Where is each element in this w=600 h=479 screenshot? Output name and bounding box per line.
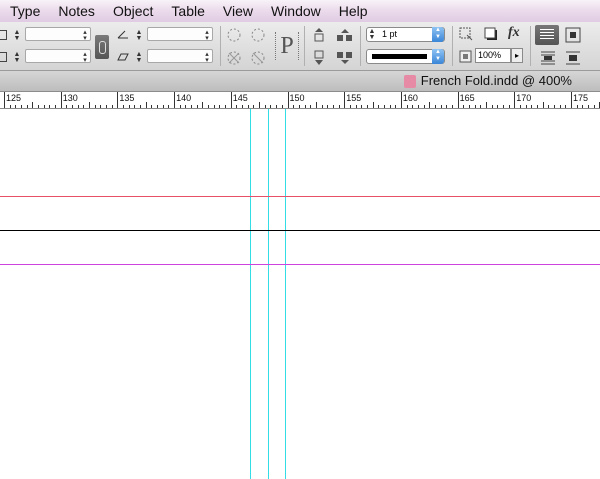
- constrain-proportions-icon[interactable]: [95, 35, 109, 59]
- text-wrap-shape-icon[interactable]: [540, 50, 556, 66]
- document-canvas[interactable]: [0, 109, 600, 479]
- menu-window[interactable]: Window: [271, 0, 321, 22]
- control-panel: ▲ ▼ ▴ ▾ ▲ ▼ ▴ ▾ ▲ ▼ ▴ ▾ ▲ ▼ ▴ ▾ P ▲ ▼ 1 pt ▲ ▼ ▲ ▼: [0, 22, 600, 71]
- menu-table[interactable]: Table: [171, 0, 204, 22]
- text-wrap-jump-icon[interactable]: [565, 50, 581, 66]
- menu-notes[interactable]: Notes: [58, 0, 95, 22]
- menu-bar: Type Notes Object Table View Window Help: [0, 0, 600, 23]
- separator: [304, 26, 305, 66]
- document-tab-bar: French Fold.indd @ 400%: [0, 71, 600, 92]
- flip-vertical-icon[interactable]: [250, 50, 266, 66]
- ruler-label: 170: [516, 93, 531, 103]
- opacity-arrow-button[interactable]: ▸: [511, 48, 523, 63]
- y-stepper[interactable]: ▲ ▼: [13, 51, 21, 64]
- canvas-guides: [0, 109, 600, 479]
- separator: [360, 26, 361, 66]
- stroke-type-dropdown-button[interactable]: ▲ ▼: [432, 49, 444, 64]
- separator: [452, 26, 453, 66]
- select-previous-icon[interactable]: [336, 27, 354, 43]
- reference-point-icon[interactable]: [0, 30, 7, 40]
- shear-angle-icon: [117, 53, 129, 61]
- rotate-ccw-icon[interactable]: [250, 27, 266, 43]
- x-field-arrows[interactable]: ▴ ▾: [81, 29, 89, 42]
- text-wrap-none-icon[interactable]: [535, 25, 559, 45]
- ruler-label: 130: [63, 93, 78, 103]
- rotate-field-arrows[interactable]: ▴ ▾: [203, 29, 211, 42]
- opacity-field[interactable]: 100%: [475, 48, 511, 63]
- menu-object[interactable]: Object: [113, 0, 153, 22]
- ruler-label: 155: [346, 93, 361, 103]
- ruler-label: 165: [460, 93, 475, 103]
- ruler-label: 160: [403, 93, 418, 103]
- ruler-label: 125: [6, 93, 21, 103]
- select-content-icon[interactable]: [312, 50, 326, 66]
- ruler-label: 150: [290, 93, 305, 103]
- opacity-icon: [459, 50, 472, 63]
- stroke-weight-value: 1 pt: [382, 29, 398, 39]
- stroke-type-preview: [372, 54, 427, 59]
- menu-view[interactable]: View: [223, 0, 253, 22]
- menu-help[interactable]: Help: [339, 0, 368, 22]
- separator: [530, 26, 531, 66]
- shear-stepper[interactable]: ▲ ▼: [135, 51, 143, 64]
- select-container-icon[interactable]: [312, 27, 326, 43]
- stroke-weight-field[interactable]: 1 pt ▲ ▼: [366, 27, 445, 42]
- x-stepper[interactable]: ▲ ▼: [13, 29, 21, 42]
- stroke-weight-stepper[interactable]: ▲ ▼: [368, 28, 376, 41]
- document-title: French Fold.indd @ 400%: [420, 73, 572, 88]
- ruler-label: 145: [233, 93, 248, 103]
- rotate-cw-icon[interactable]: [226, 27, 242, 43]
- drop-shadow-icon[interactable]: [484, 27, 498, 41]
- frame-fitting-icon[interactable]: [459, 27, 473, 41]
- paragraph-icon[interactable]: P: [275, 32, 299, 60]
- rotate-angle-icon: [117, 30, 128, 39]
- horizontal-ruler[interactable]: 125 130 135 140 145 150 155 160 165 170 175: [0, 92, 600, 109]
- flip-horizontal-icon[interactable]: [226, 50, 242, 66]
- menu-type[interactable]: Type: [10, 0, 40, 22]
- reference-point-icon-2[interactable]: [0, 52, 7, 62]
- ruler-label: 140: [176, 93, 191, 103]
- y-field-arrows[interactable]: ▴ ▾: [81, 51, 89, 64]
- select-next-icon[interactable]: [336, 50, 354, 66]
- text-wrap-bounding-icon[interactable]: [565, 27, 581, 43]
- ruler-label: 135: [119, 93, 134, 103]
- stroke-type-dropdown[interactable]: ▲ ▼: [366, 49, 445, 64]
- separator: [220, 26, 221, 66]
- document-tab[interactable]: French Fold.indd @ 400%: [403, 73, 572, 89]
- rotate-stepper[interactable]: ▲ ▼: [135, 29, 143, 42]
- stroke-weight-dropdown-button[interactable]: ▲ ▼: [432, 27, 444, 42]
- shear-field-arrows[interactable]: ▴ ▾: [203, 51, 211, 64]
- ruler-label: 175: [573, 93, 588, 103]
- indesign-document-icon: [403, 74, 416, 88]
- ruler-graphic: 125 130 135 140 145 150 155 160 165 170 175: [4, 92, 600, 108]
- fx-icon[interactable]: fx: [508, 25, 520, 41]
